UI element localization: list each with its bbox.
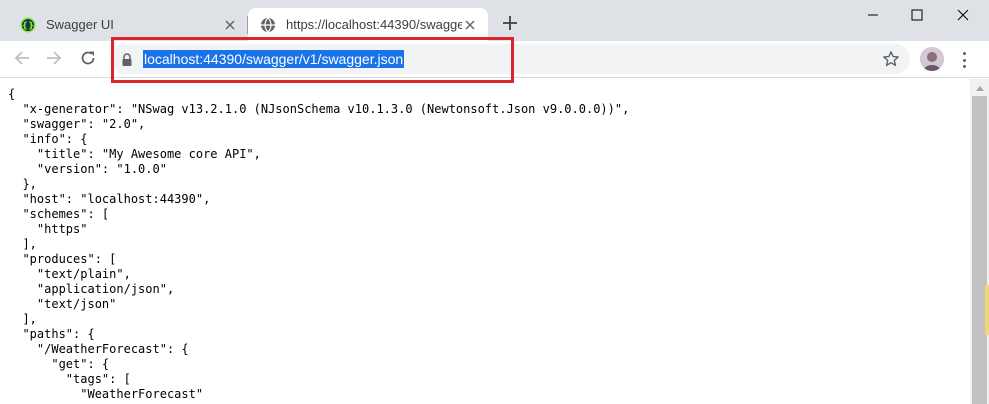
close-icon[interactable] — [222, 17, 238, 33]
svg-text:{}: {} — [22, 21, 35, 31]
scroll-up-arrow-icon[interactable] — [970, 79, 989, 96]
vertical-scrollbar[interactable] — [970, 79, 989, 404]
avatar[interactable] — [920, 47, 944, 71]
close-icon — [957, 6, 969, 25]
arrow-left-icon — [14, 50, 30, 70]
plus-icon — [503, 15, 517, 34]
new-tab-button[interactable] — [500, 14, 520, 34]
globe-icon — [260, 17, 276, 33]
reload-icon — [80, 50, 96, 70]
page-content: { "x-generator": "NSwag v13.2.1.0 (NJson… — [0, 79, 970, 404]
arrow-right-icon — [46, 50, 62, 70]
tab-title: Swagger UI — [46, 17, 114, 32]
maximize-icon — [911, 6, 923, 25]
forward-button[interactable] — [40, 46, 68, 74]
maximize-button[interactable] — [894, 0, 940, 30]
json-document: { "x-generator": "NSwag v13.2.1.0 (NJson… — [8, 87, 630, 401]
tab-strip: {} Swagger UI https://localhost:44390/sw… — [0, 0, 989, 41]
tab-title: https://localhost:44390/swagger/v1/swagg… — [286, 17, 462, 32]
kebab-menu-icon[interactable] — [956, 50, 972, 70]
minimize-button[interactable] — [850, 0, 896, 30]
scrollbar-thumb[interactable] — [972, 96, 987, 404]
minimize-icon — [867, 6, 879, 25]
star-icon[interactable] — [882, 50, 900, 68]
reload-button[interactable] — [74, 46, 102, 74]
swagger-icon: {} — [20, 17, 36, 33]
annotation-highlight-box — [111, 37, 514, 83]
window-close-button[interactable] — [940, 0, 986, 30]
close-icon[interactable] — [462, 17, 478, 33]
back-button[interactable] — [8, 46, 36, 74]
edge-color-strip — [985, 285, 989, 335]
